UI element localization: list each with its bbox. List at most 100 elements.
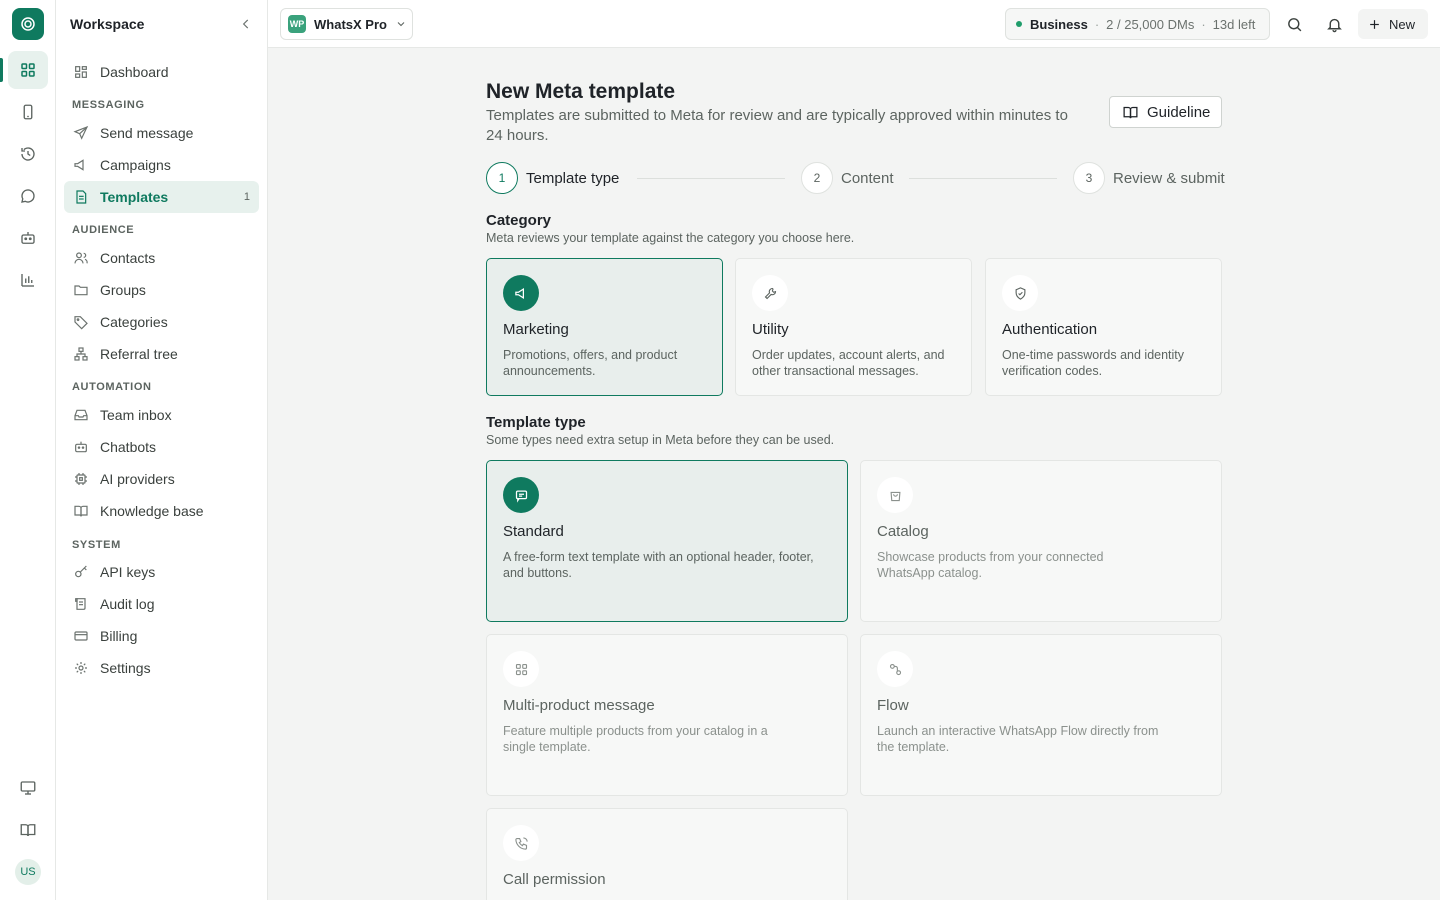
template-type-card-standard[interactable]: Standard A free-form text template with … (486, 460, 848, 622)
message-icon (503, 477, 539, 513)
folder-icon (72, 281, 90, 299)
grid-icon[interactable] (8, 51, 48, 89)
sidebar-item-knowledge-base[interactable]: Knowledge base (64, 495, 259, 527)
sidebar-item-campaigns[interactable]: Campaigns (64, 149, 259, 181)
users-icon (72, 249, 90, 267)
sidebar-item-label: AI providers (100, 471, 175, 487)
book-icon[interactable] (8, 811, 48, 849)
sidebar-item-settings[interactable]: Settings (64, 652, 259, 684)
chart-icon[interactable] (8, 261, 48, 299)
search-icon[interactable] (1282, 12, 1306, 36)
step-content[interactable]: 2 Content (801, 162, 894, 194)
card-title: Catalog (877, 523, 929, 540)
chevron-down-icon (395, 18, 407, 30)
step-label: Content (841, 169, 894, 187)
step-number: 3 (1073, 162, 1105, 194)
plan-usage: 2 / 25,000 DMs (1106, 16, 1195, 32)
wrench-icon (752, 275, 788, 311)
card-description: Launch an interactive WhatsApp Flow dire… (877, 724, 1159, 754)
phone-icon[interactable] (8, 93, 48, 131)
sidebar-item-label: Groups (100, 282, 146, 298)
top-bar: WP WhatsX Pro Business · 2 / 25,000 DMs … (268, 0, 1440, 48)
card-description: A free-form text template with an option… (503, 550, 814, 580)
step-connector (909, 178, 1057, 179)
card-title: Flow (877, 697, 909, 714)
bot-icon (72, 438, 90, 456)
megaphone-icon (503, 275, 539, 311)
sidebar-item-label: Contacts (100, 250, 156, 266)
template-type-subtitle: Some types need extra setup in Meta befo… (486, 433, 835, 447)
sidebar-item-label: Categories (100, 314, 168, 330)
plan-remaining: 13d left (1212, 16, 1256, 32)
sidebar-item-categories[interactable]: Categories (64, 306, 259, 338)
avatar[interactable]: US (15, 859, 41, 885)
history-icon[interactable] (8, 135, 48, 173)
sidebar-item-chatbots[interactable]: Chatbots (64, 431, 259, 463)
gear-icon (72, 659, 90, 677)
step-template-type[interactable]: 1 Template type (486, 162, 619, 194)
sidebar-item-label: API keys (100, 564, 156, 580)
category-card-authentication[interactable]: Authentication One-time passwords and id… (985, 258, 1222, 396)
separator: · (1094, 16, 1100, 32)
sidebar-item-ai-providers[interactable]: AI providers (64, 463, 259, 495)
section-label-audience: AUDIENCE (72, 224, 135, 236)
monitor-icon[interactable] (8, 769, 48, 807)
sidebar-item-team-inbox[interactable]: Team inbox (64, 399, 259, 431)
card-title: Call permission (503, 871, 606, 888)
card-title: Marketing (503, 321, 569, 338)
template-type-card-call-permission[interactable]: Call permission (486, 808, 848, 900)
sidebar-item-dashboard[interactable]: Dashboard (64, 56, 259, 88)
sidebar-item-billing[interactable]: Billing (64, 620, 259, 652)
shield-icon (1002, 275, 1038, 311)
workspace-header: Workspace (70, 14, 254, 34)
send-icon (72, 124, 90, 142)
sidebar-item-referral-tree[interactable]: Referral tree (64, 338, 259, 370)
sidebar-item-templates[interactable]: Templates 1 (64, 181, 259, 213)
grid-icon (503, 651, 539, 687)
step-number: 1 (486, 162, 518, 194)
workspace-title: Workspace (70, 16, 145, 32)
plan-name: Business (1030, 16, 1088, 32)
category-card-utility[interactable]: Utility Order updates, account alerts, a… (735, 258, 972, 396)
plus-icon (1368, 18, 1381, 31)
template-type-card-flow[interactable]: Flow Launch an interactive WhatsApp Flow… (860, 634, 1222, 796)
sidebar-item-api-keys[interactable]: API keys (64, 556, 259, 588)
template-type-card-catalog[interactable]: Catalog Showcase products from your conn… (860, 460, 1222, 622)
sidebar-item-audit-log[interactable]: Audit log (64, 588, 259, 620)
sidebar-item-label: Knowledge base (100, 503, 204, 519)
key-icon (72, 563, 90, 581)
step-connector (637, 178, 785, 179)
card-title: Standard (503, 523, 564, 540)
sidebar-item-label: Referral tree (100, 346, 178, 362)
project-badge: WP (288, 15, 306, 33)
sidebar-item-contacts[interactable]: Contacts (64, 242, 259, 274)
inbox-icon (72, 406, 90, 424)
flow-icon (877, 651, 913, 687)
whatsapp-logo-icon[interactable] (12, 8, 44, 40)
new-button[interactable]: New (1358, 9, 1428, 39)
card-title: Utility (752, 321, 789, 338)
project-switcher[interactable]: WP WhatsX Pro (280, 8, 413, 40)
chat-icon[interactable] (8, 177, 48, 215)
category-card-marketing[interactable]: Marketing Promotions, offers, and produc… (486, 258, 723, 396)
active-indicator (0, 58, 3, 82)
bot-icon[interactable] (8, 219, 48, 257)
sidebar-item-label: Settings (100, 660, 151, 676)
template-type-card-multi-product[interactable]: Multi-product message Feature multiple p… (486, 634, 848, 796)
separator: · (1201, 16, 1206, 32)
sidebar-item-send-message[interactable]: Send message (64, 117, 259, 149)
chevron-left-icon[interactable] (238, 16, 254, 32)
guideline-button[interactable]: Guideline (1109, 96, 1222, 128)
step-label: Template type (526, 169, 620, 187)
plan-status[interactable]: Business · 2 / 25,000 DMs · 13d left (1005, 8, 1270, 40)
document-icon (72, 188, 90, 206)
bell-icon[interactable] (1322, 12, 1346, 36)
sidebar-item-groups[interactable]: Groups (64, 274, 259, 306)
page-title: New Meta template (486, 80, 676, 103)
scroll-icon (72, 595, 90, 613)
sidebar-item-label: Send message (100, 125, 194, 141)
phone-call-icon (503, 825, 539, 861)
step-review-submit[interactable]: 3 Review & submit (1073, 162, 1225, 194)
tag-icon (72, 313, 90, 331)
sidebar: Workspace Dashboard MESSAGING Send messa… (56, 0, 268, 900)
